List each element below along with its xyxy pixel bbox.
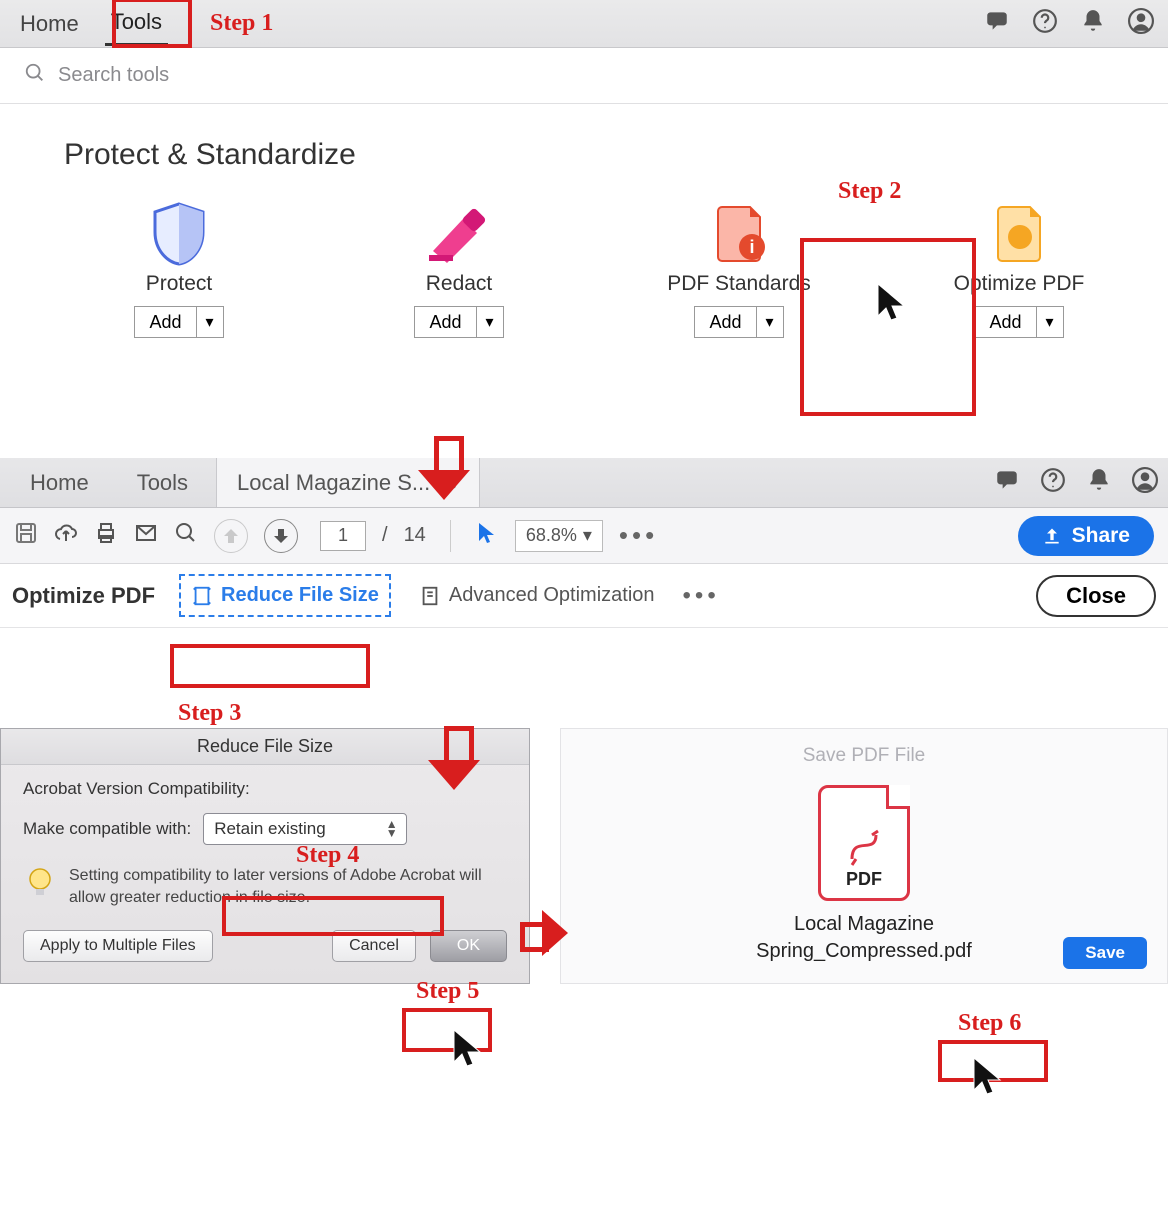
help-icon[interactable] bbox=[1040, 467, 1066, 498]
save-icon[interactable] bbox=[14, 521, 38, 550]
tab-tools[interactable]: Tools bbox=[117, 458, 208, 507]
chevron-down-icon[interactable]: ▾ bbox=[756, 306, 784, 338]
save-title: Save PDF File bbox=[585, 739, 1143, 785]
pdf-file-icon: PDF bbox=[818, 785, 910, 901]
annotation-label-step1: Step 1 bbox=[210, 10, 273, 37]
bell-icon[interactable] bbox=[1086, 467, 1112, 498]
add-button[interactable]: Add bbox=[414, 306, 475, 338]
redact-icon bbox=[424, 202, 494, 266]
annotation-label-step5: Step 5 bbox=[416, 978, 479, 1005]
mail-icon[interactable] bbox=[134, 521, 158, 550]
tool-label: Protect bbox=[146, 272, 213, 296]
add-split[interactable]: Add ▾ bbox=[134, 306, 223, 338]
lightbulb-icon bbox=[23, 865, 57, 899]
zoom-select[interactable]: 68.8% ▾ bbox=[515, 520, 603, 552]
arrow-cursor-icon[interactable] bbox=[475, 521, 499, 550]
cursor-icon bbox=[876, 282, 906, 322]
arrow-down-icon bbox=[430, 726, 478, 796]
chat-icon[interactable] bbox=[994, 467, 1020, 498]
filename-line1: Local Magazine bbox=[585, 911, 1143, 938]
add-split[interactable]: Add ▾ bbox=[694, 306, 783, 338]
page-sep: / bbox=[382, 524, 388, 547]
page-total: 14 bbox=[404, 524, 426, 547]
tab-home[interactable]: Home bbox=[10, 458, 109, 507]
add-split[interactable]: Add ▾ bbox=[414, 306, 503, 338]
search-icon bbox=[24, 62, 46, 90]
page-current[interactable]: 1 bbox=[320, 521, 366, 551]
more-icon[interactable]: ••• bbox=[683, 582, 720, 610]
tool-protect[interactable]: Protect Add ▾ bbox=[94, 202, 264, 338]
advanced-label: Advanced Optimization bbox=[449, 584, 655, 607]
make-compatible-label: Make compatible with: bbox=[23, 819, 191, 839]
tab-document-label: Local Magazine S... bbox=[237, 470, 430, 496]
bell-icon[interactable] bbox=[1080, 8, 1106, 39]
profile-icon[interactable] bbox=[1132, 467, 1158, 498]
annotation-box-step3 bbox=[170, 644, 370, 688]
tool-label: Redact bbox=[426, 272, 493, 296]
search-icon[interactable] bbox=[174, 521, 198, 550]
reduce-file-size-button[interactable]: Reduce File Size bbox=[179, 574, 391, 617]
svg-text:i: i bbox=[749, 237, 754, 257]
arrow-right-icon bbox=[520, 910, 570, 956]
reduce-label: Reduce File Size bbox=[221, 584, 379, 607]
compat-select-value: Retain existing bbox=[214, 819, 326, 839]
cursor-icon bbox=[452, 1028, 482, 1068]
add-split[interactable]: Add ▾ bbox=[974, 306, 1063, 338]
share-button[interactable]: Share bbox=[1018, 516, 1154, 556]
page-down-icon[interactable] bbox=[264, 519, 298, 553]
updown-icon: ▲▼ bbox=[386, 820, 398, 838]
optimize-pdf-title: Optimize PDF bbox=[12, 583, 161, 609]
compat-select[interactable]: Retain existing ▲▼ bbox=[203, 813, 406, 845]
chevron-down-icon[interactable]: ▾ bbox=[476, 306, 504, 338]
print-icon[interactable] bbox=[94, 521, 118, 550]
close-button[interactable]: Close bbox=[1036, 575, 1156, 617]
chat-icon[interactable] bbox=[984, 8, 1010, 39]
profile-icon[interactable] bbox=[1128, 8, 1154, 39]
section-title: Protect & Standardize bbox=[64, 138, 1104, 172]
more-icon[interactable]: ••• bbox=[619, 520, 658, 551]
annotation-label-step3: Step 3 bbox=[178, 700, 241, 727]
help-icon[interactable] bbox=[1032, 8, 1058, 39]
chevron-down-icon[interactable]: ▾ bbox=[1036, 306, 1064, 338]
apply-multiple-button[interactable]: Apply to Multiple Files bbox=[23, 930, 213, 962]
shield-icon bbox=[144, 202, 214, 266]
tool-pdf-standards[interactable]: i PDF Standards Add ▾ bbox=[654, 202, 824, 338]
advanced-optimization-button[interactable]: Advanced Optimization bbox=[409, 576, 665, 615]
page-up-icon[interactable] bbox=[214, 519, 248, 553]
save-button[interactable]: Save bbox=[1063, 937, 1147, 969]
annotation-box-step4 bbox=[222, 896, 444, 936]
share-label: Share bbox=[1072, 524, 1130, 548]
arrow-down-icon bbox=[420, 436, 468, 506]
filename-line2: Spring_Compressed.pdf bbox=[585, 938, 1143, 965]
search-placeholder[interactable]: Search tools bbox=[58, 64, 169, 87]
add-button[interactable]: Add bbox=[694, 306, 755, 338]
tool-label: PDF Standards bbox=[667, 272, 811, 296]
tab-home[interactable]: Home bbox=[14, 3, 85, 45]
pdf-standards-icon: i bbox=[704, 202, 774, 266]
save-pdf-panel: Save PDF File PDF Local Magazine Spring_… bbox=[560, 728, 1168, 984]
chevron-down-icon: ▾ bbox=[583, 525, 592, 546]
tool-redact[interactable]: Redact Add ▾ bbox=[374, 202, 544, 338]
pdf-badge: PDF bbox=[846, 869, 882, 890]
annotation-label-step2: Step 2 bbox=[838, 178, 901, 205]
cloud-upload-icon[interactable] bbox=[54, 521, 78, 550]
annotation-label-step4: Step 4 bbox=[296, 842, 359, 869]
annotation-label-step6: Step 6 bbox=[958, 1010, 1021, 1037]
add-button[interactable]: Add bbox=[134, 306, 195, 338]
zoom-value: 68.8% bbox=[526, 525, 577, 546]
add-button[interactable]: Add bbox=[974, 306, 1035, 338]
annotation-box-step1 bbox=[112, 0, 192, 48]
optimize-pdf-icon bbox=[984, 202, 1054, 266]
annotation-box-step2 bbox=[800, 238, 976, 416]
cursor-icon bbox=[972, 1056, 1002, 1096]
chevron-down-icon[interactable]: ▾ bbox=[196, 306, 224, 338]
